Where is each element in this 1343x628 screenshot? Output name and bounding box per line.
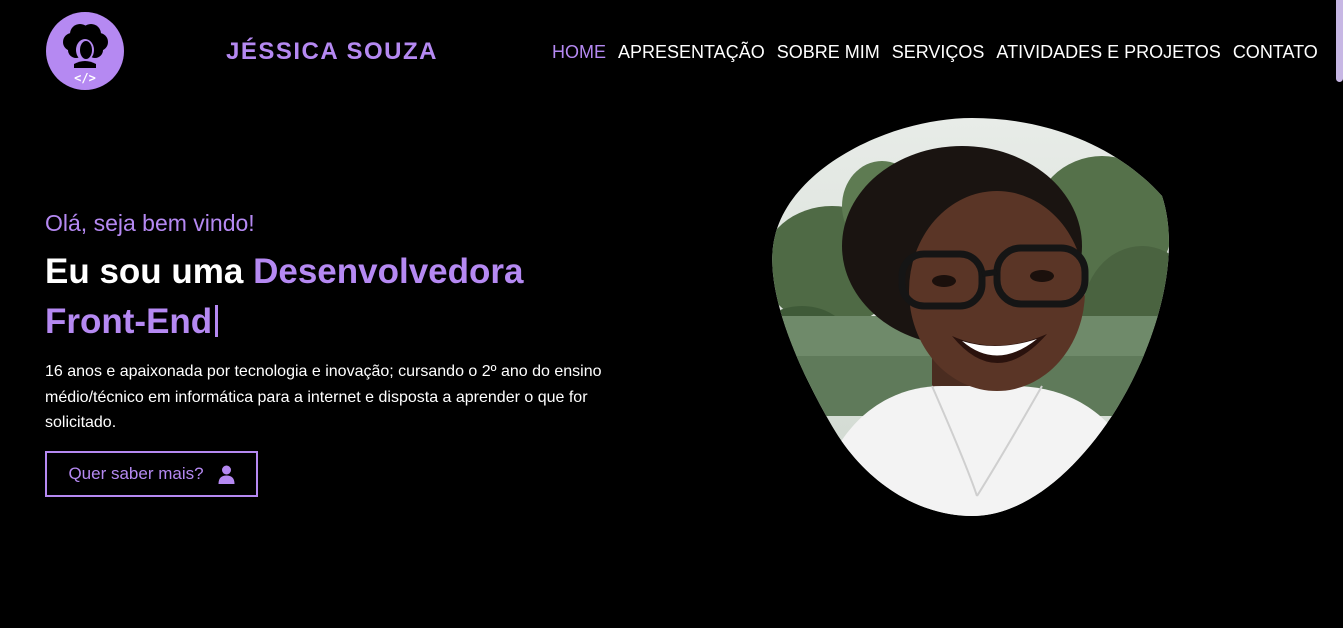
hero-description: 16 anos e apaixonada por tecnologia e in… — [45, 363, 602, 431]
scrollbar-thumb[interactable] — [1336, 0, 1343, 82]
nav-item-apresentacao[interactable]: APRESENTAÇÃO — [618, 40, 765, 64]
hero-headline: Eu sou uma Desenvolvedora Front-End — [45, 247, 665, 347]
greeting-text: Olá, seja bem vindo! — [45, 210, 255, 236]
brand-name[interactable]: JÉSSICA SOUZA — [226, 37, 438, 67]
nav-item-atividades-projetos[interactable]: ATIVIDADES E PROJETOS — [996, 40, 1220, 64]
nav-item-contato[interactable]: CONTATO — [1233, 40, 1318, 64]
headline-prefix: Eu sou uma — [45, 252, 254, 291]
profile-photo — [772, 116, 1172, 516]
nav-item-servicos[interactable]: SERVIÇOS — [892, 40, 985, 64]
nav-item-sobre-mim[interactable]: SOBRE MIM — [777, 40, 880, 64]
nav-item-home[interactable]: HOME — [552, 40, 606, 64]
profile-photo-illustration — [772, 118, 1169, 516]
afro-girl-code-logo-icon: </> — [63, 24, 108, 85]
learn-more-button[interactable]: Quer saber mais? — [45, 451, 258, 497]
headline-accent-typed: Front-End — [45, 302, 213, 341]
site-header: </> JÉSSICA SOUZA HOME APRESENTAÇÃO SOBR… — [0, 0, 1343, 100]
svg-text:</>: </> — [74, 71, 96, 85]
main-nav: HOME APRESENTAÇÃO SOBRE MIM SERVIÇOS ATI… — [552, 40, 1318, 64]
user-icon — [218, 465, 235, 484]
headline-accent-role: Desenvolvedora — [253, 252, 524, 291]
typing-caret — [215, 305, 219, 337]
logo[interactable]: </> — [46, 12, 124, 90]
hero-section: Olá, seja bem vindo! Eu sou uma Desenvol… — [45, 205, 665, 497]
learn-more-label: Quer saber mais? — [68, 464, 204, 483]
